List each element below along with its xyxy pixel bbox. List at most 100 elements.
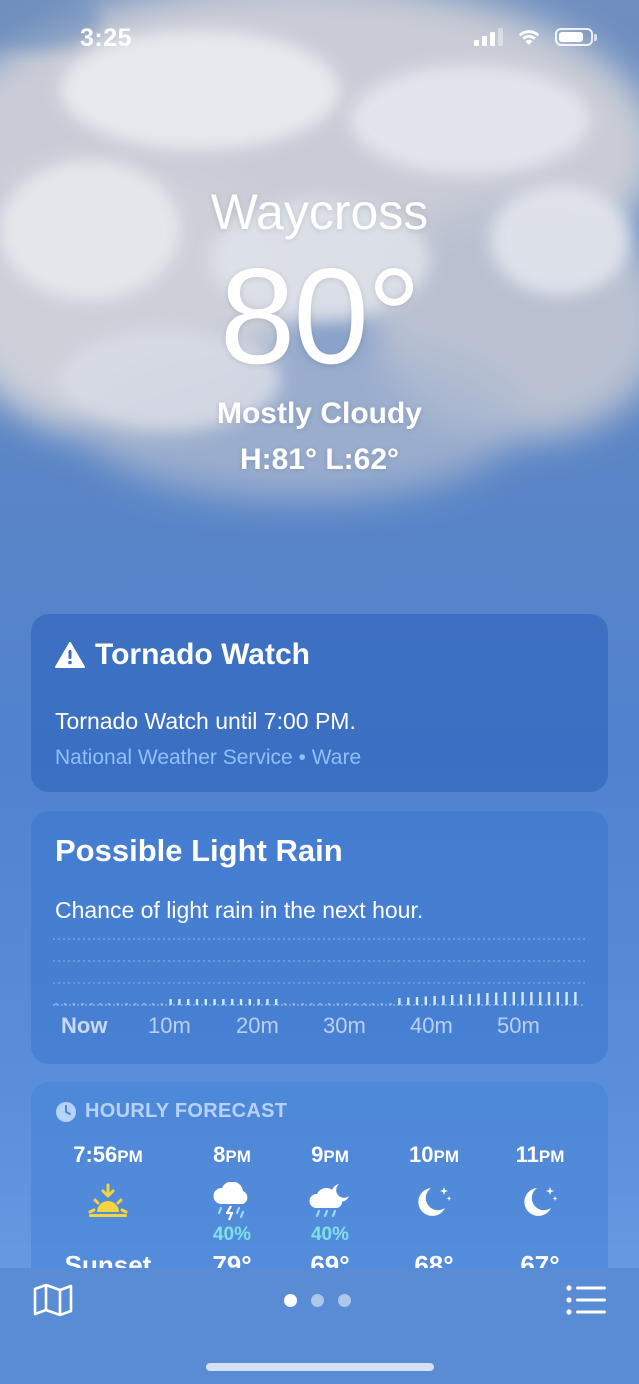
page-indicator[interactable] — [284, 1294, 351, 1307]
rain-bar — [292, 1003, 295, 1005]
rain-bar — [178, 999, 181, 1005]
alert-title-row: Tornado Watch — [55, 638, 310, 672]
rain-bar — [530, 992, 533, 1005]
rain-bar — [160, 1003, 163, 1005]
rain-bar — [204, 999, 207, 1005]
rain-bar — [143, 1003, 146, 1005]
page-dot[interactable] — [311, 1294, 324, 1307]
map-icon[interactable] — [32, 1282, 74, 1318]
hour-item: 8PM 40% 79° — [177, 1142, 287, 1281]
rain-bar — [81, 1003, 84, 1005]
alert-body: Tornado Watch until 7:00 PM. — [55, 708, 356, 734]
rain-bar — [495, 992, 498, 1005]
rain-bar — [231, 999, 234, 1005]
hour-time: 7:56PM — [73, 1142, 143, 1167]
precipitation-bars — [55, 992, 577, 1005]
warning-icon — [55, 642, 85, 668]
home-indicator[interactable] — [206, 1363, 434, 1371]
alert-source-link[interactable]: National Weather Service • Ware — [55, 746, 361, 770]
rain-bar — [468, 994, 471, 1005]
cloud-bolt-rain-icon — [177, 1182, 287, 1226]
hour-time: 8PM — [213, 1142, 251, 1167]
status-icons — [474, 28, 597, 46]
precipitation-time-axis: Now 10m 20m 30m 40m 50m — [61, 1013, 581, 1043]
bottom-toolbar — [0, 1268, 639, 1384]
current-temperature: 80° — [219, 240, 422, 392]
axis-label-20m: 20m — [236, 1013, 279, 1038]
precip-chance: 40% — [310, 1224, 350, 1245]
rain-bar — [565, 992, 568, 1005]
rain-bar — [195, 999, 199, 1005]
rain-bar — [116, 1003, 119, 1005]
rain-bar — [72, 1003, 75, 1005]
rain-bar — [424, 996, 427, 1005]
precip-chance — [379, 1224, 489, 1246]
rain-bar — [389, 1003, 392, 1005]
axis-label-30m: 30m — [323, 1013, 366, 1038]
rain-bar — [107, 1003, 111, 1005]
rain-bar — [354, 1003, 357, 1005]
axis-label-now: Now — [61, 1013, 108, 1038]
hour-item: 10PM 68° — [379, 1142, 489, 1281]
hourly-forecast-title: HOURLY FORECAST — [85, 1100, 288, 1122]
status-time: 3:25 — [80, 24, 133, 52]
rain-bar — [574, 992, 577, 1005]
page-dot[interactable] — [338, 1294, 351, 1307]
axis-label-10m: 10m — [148, 1013, 191, 1038]
list-icon[interactable] — [565, 1284, 607, 1316]
rain-bar — [213, 999, 216, 1005]
rain-bar — [125, 1003, 128, 1005]
rain-bar — [99, 1003, 102, 1005]
rain-bar — [90, 1003, 93, 1005]
rain-bar — [407, 997, 410, 1005]
rain-bar — [345, 1003, 348, 1005]
rain-bar — [486, 993, 489, 1005]
rain-bar — [503, 992, 507, 1005]
axis-label-40m: 40m — [410, 1013, 453, 1038]
rain-bar — [442, 995, 445, 1005]
rain-bar — [451, 995, 454, 1005]
rain-bar — [55, 1003, 58, 1005]
rain-bar — [371, 1003, 375, 1005]
rain-bar — [539, 992, 542, 1005]
current-conditions: Waycross 80° Mostly Cloudy H:81° L:62° — [0, 180, 639, 480]
precipitation-card[interactable]: Possible Light Rain Chance of light rain… — [31, 811, 608, 1064]
condition-text: Mostly Cloudy — [216, 397, 422, 430]
city-name: Waycross — [210, 184, 429, 240]
rain-bar — [257, 999, 260, 1005]
alert-title: Tornado Watch — [95, 638, 310, 671]
rain-bar — [380, 1003, 383, 1005]
rain-bar — [547, 992, 551, 1005]
rain-bar — [512, 992, 515, 1005]
axis-label-50m: 50m — [497, 1013, 540, 1038]
rain-bar — [327, 1003, 331, 1005]
rain-bar — [336, 1003, 339, 1005]
rain-bar — [266, 999, 269, 1005]
rain-bar — [459, 994, 463, 1005]
rain-bar — [415, 997, 419, 1005]
rain-bar — [310, 1003, 313, 1005]
rain-bar — [222, 999, 225, 1005]
rain-bar — [398, 998, 401, 1005]
rain-bar — [169, 999, 172, 1005]
rain-bar — [151, 1003, 155, 1005]
hour-time: 11PM — [515, 1142, 565, 1167]
precip-chance — [53, 1224, 163, 1246]
precipitation-title: Possible Light Rain — [55, 833, 343, 868]
rain-bar — [477, 993, 480, 1005]
page-dot-current-location[interactable] — [284, 1294, 297, 1307]
rain-bar — [556, 992, 559, 1005]
rain-bar — [239, 999, 243, 1005]
precip-chance: 40% — [212, 1224, 252, 1245]
hourly-forecast-header: HOURLY FORECAST — [55, 1100, 287, 1123]
hour-item: 9PM 40% 69° — [275, 1142, 385, 1281]
rain-bar — [187, 999, 190, 1005]
hour-item: 11PM 67° — [485, 1142, 595, 1281]
severe-weather-alert-card[interactable]: Tornado Watch Tornado Watch until 7:00 P… — [31, 614, 608, 792]
wifi-icon — [518, 30, 540, 45]
rain-bar — [433, 996, 436, 1005]
precip-chance — [485, 1224, 595, 1246]
rain-bar — [301, 1003, 304, 1005]
rain-bar — [521, 992, 524, 1005]
hour-time: 10PM — [409, 1142, 459, 1167]
